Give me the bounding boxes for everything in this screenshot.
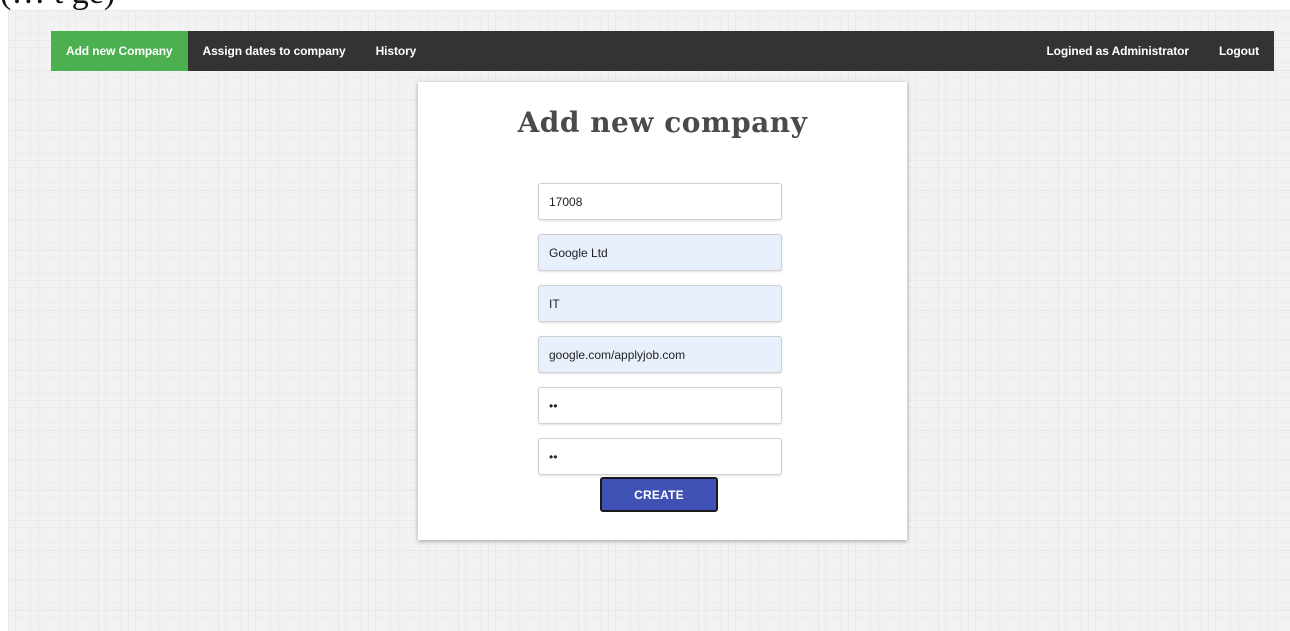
cut-off-heading-text: (… t ge): [0, 0, 115, 10]
industry-field[interactable]: [538, 285, 782, 322]
add-company-card: Add new company CREATE: [418, 82, 907, 540]
create-button[interactable]: CREATE: [600, 477, 718, 512]
nav-assign-dates[interactable]: Assign dates to company: [188, 31, 361, 71]
top-navbar: Add new Company Assign dates to company …: [51, 31, 1274, 71]
app-background: Add new Company Assign dates to company …: [8, 10, 1290, 631]
logout-link[interactable]: Logout: [1204, 31, 1274, 71]
company-name-field[interactable]: [538, 234, 782, 271]
website-field[interactable]: [538, 336, 782, 373]
confirm-password-field[interactable]: [538, 438, 782, 475]
company-id-field[interactable]: [538, 183, 782, 220]
logged-in-user-label: Logined as Administrator: [1046, 44, 1189, 58]
page-title: Add new company: [517, 106, 808, 139]
password-field[interactable]: [538, 387, 782, 424]
nav-history[interactable]: History: [361, 31, 432, 71]
nav-add-new-company[interactable]: Add new Company: [51, 31, 188, 71]
